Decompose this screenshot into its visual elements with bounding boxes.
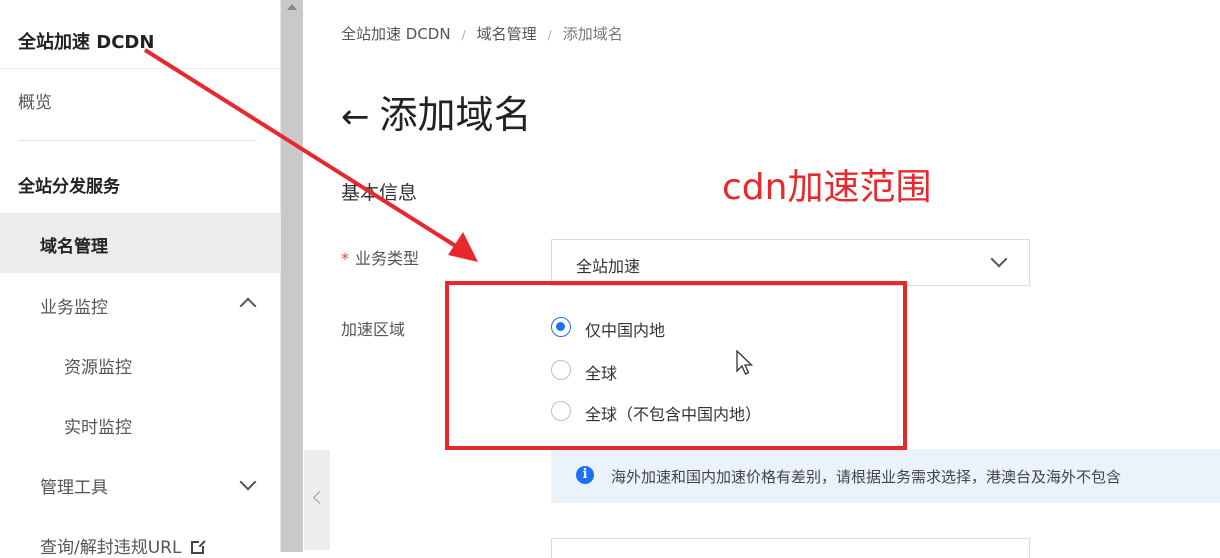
business-type-value: 全站加速 [576,257,641,276]
annotation-highlight-box [445,281,907,450]
page-title: ← 添加域名 [341,84,532,139]
info-icon: i [576,466,594,484]
breadcrumb: 全站加速 DCDN / 域名管理 / 添加域名 [341,23,623,44]
chevron-down-icon[interactable] [239,473,257,491]
pricing-notice: i 海外加速和国内加速价格有差别，请根据业务需求选择，港澳台及海外不包含 [551,449,1220,503]
business-type-label-text: 业务类型 [355,249,420,268]
breadcrumb-item[interactable]: 全站加速 DCDN [341,25,451,43]
divider [0,68,281,69]
sidebar-item-management-tools[interactable]: 管理工具 [40,473,108,498]
back-arrow-icon[interactable]: ← [341,97,370,137]
sidebar-section-title: 全站分发服务 [18,177,120,197]
sidebar: 全站加速 DCDN 概览 全站分发服务 域名管理 业务监控 资源监控 实时监控 … [0,0,281,558]
sidebar-title[interactable]: 全站加速 DCDN [18,28,154,54]
sidebar-item-resource-monitoring[interactable]: 资源监控 [64,353,132,378]
page-title-text: 添加域名 [379,93,532,137]
business-type-select[interactable]: 全站加速 [551,239,1030,286]
sidebar-item-label: 查询/解封违规URL [40,538,182,558]
scroll-up-icon[interactable] [287,4,297,10]
breadcrumb-item[interactable]: 域名管理 [477,25,537,43]
section-title: 基本信息 [341,182,418,204]
notice-text: 海外加速和国内加速价格有差别，请根据业务需求选择，港澳台及海外不包含 [611,468,1122,486]
chevron-up-icon[interactable] [239,297,257,315]
sidebar-item-label: 域名管理 [40,237,108,257]
divider [18,140,256,141]
sidebar-item-domain-management[interactable]: 域名管理 [0,213,281,273]
external-link-icon [191,539,207,554]
accel-region-label: 加速区域 [341,320,406,339]
breadcrumb-separator: / [461,28,466,42]
sidebar-scrollbar[interactable] [281,0,303,552]
chevron-down-icon [990,250,1008,268]
collapse-sidebar-handle[interactable] [304,450,330,550]
next-field-input[interactable] [551,538,1030,558]
sidebar-item-realtime-monitoring[interactable]: 实时监控 [64,413,132,438]
annotation-text: cdn加速范围 [722,167,932,208]
breadcrumb-separator: / [547,28,552,42]
business-type-label: * 业务类型 [341,245,419,269]
sidebar-item-overview[interactable]: 概览 [18,88,52,113]
sidebar-item-business-monitoring[interactable]: 业务监控 [40,293,108,318]
breadcrumb-current: 添加域名 [562,25,623,43]
sidebar-item-violation-url[interactable]: 查询/解封违规URL [40,533,207,558]
required-mark: * [341,249,349,268]
